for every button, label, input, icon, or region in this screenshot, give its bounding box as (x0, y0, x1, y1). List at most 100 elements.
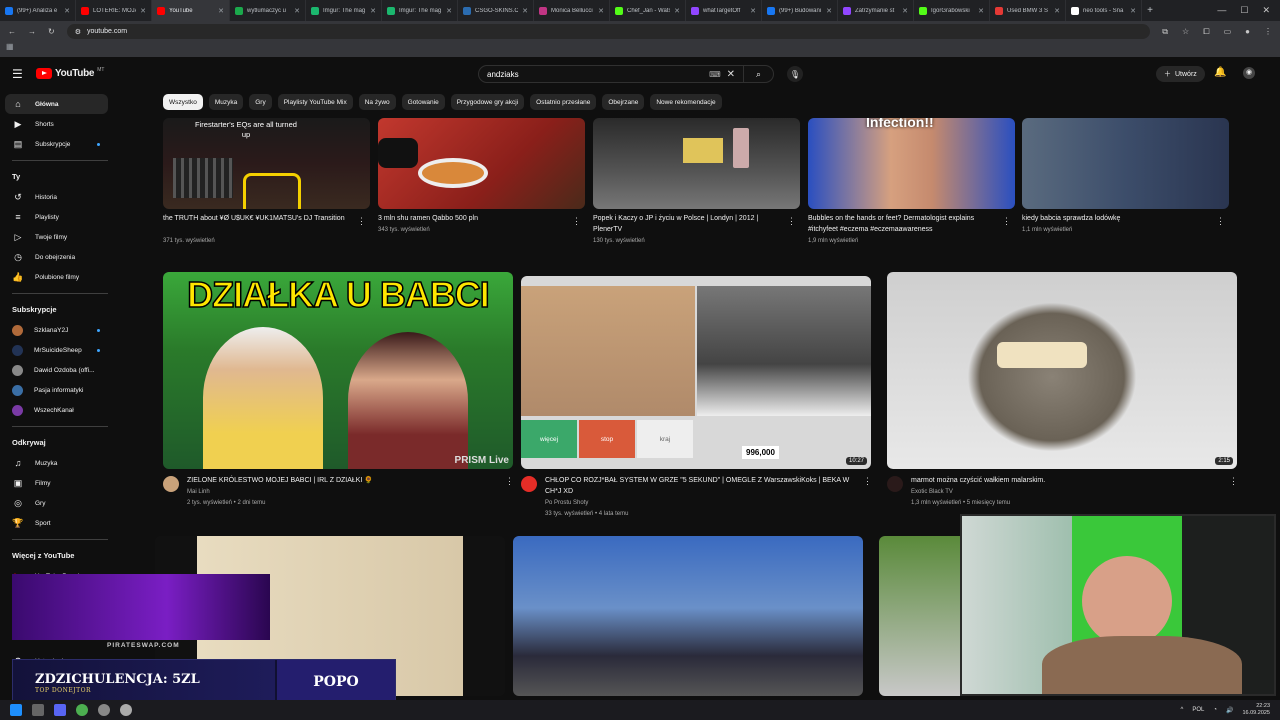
chrome-icon[interactable] (76, 704, 88, 716)
wifi-icon[interactable]: ◔ (1213, 707, 1217, 713)
browser-tab[interactable]: CSGO-SKINS.C ✕ (458, 0, 534, 21)
more-options-icon[interactable]: ⋮ (787, 216, 796, 227)
omnibox[interactable]: ⚙ youtube.com (66, 24, 1151, 39)
lang-indicator[interactable]: POL (1192, 707, 1204, 713)
keyboard-icon[interactable]: ⌨ (709, 70, 721, 79)
browser-tab[interactable]: Zatrzymanie st ✕ (838, 0, 914, 21)
sidebar-item[interactable]: ▣ Filmy (0, 473, 120, 493)
discord-icon[interactable] (54, 704, 66, 716)
profile-icon[interactable]: ● (1245, 27, 1250, 37)
create-button[interactable]: ＋ Utwórz (1156, 66, 1205, 82)
video-thumbnail[interactable]: więcej stop kraj 996,000 10:27 (521, 276, 871, 469)
clear-search-icon[interactable]: ✕ (727, 69, 735, 80)
more-options-icon[interactable]: ⋮ (572, 216, 581, 227)
more-options-icon[interactable]: ⋮ (863, 476, 872, 487)
video-title[interactable]: CHŁOP CO ROZJ*BAŁ SYSTEM W GRZE "5 SEKUN… (545, 475, 855, 497)
browser-tab[interactable]: IgorGrabowski ✕ (914, 0, 990, 21)
sidebar-item[interactable]: ↺ Historia (0, 187, 120, 207)
tab-close-icon[interactable]: ✕ (1054, 7, 1060, 15)
channel-avatar[interactable] (163, 476, 179, 492)
tray-up-icon[interactable]: ^ (1181, 707, 1184, 713)
filter-chip[interactable]: Obejrzane (602, 94, 645, 110)
sidebar-item[interactable]: ◷ Do obejrzenia (0, 247, 120, 267)
browser-tab[interactable]: wytlumaczyc u ✕ (230, 0, 306, 21)
volume-icon[interactable]: 🔊 (1226, 707, 1233, 714)
sidebar-heading-you[interactable]: Ty (0, 165, 120, 187)
browser-tab[interactable]: (99+) Analiza e ✕ (0, 0, 76, 21)
account-avatar[interactable]: ◉ (1243, 67, 1255, 79)
channel-name[interactable]: Po Prostu Shoty (545, 498, 588, 509)
tab-close-icon[interactable]: ✕ (674, 7, 680, 15)
tab-close-icon[interactable]: ✕ (1130, 7, 1136, 15)
forward-icon[interactable]: → (28, 27, 36, 36)
video-title[interactable]: kiedy babcia sprawdza lodówkę (1022, 213, 1212, 224)
tab-close-icon[interactable]: ✕ (218, 7, 224, 15)
clock[interactable]: 22:23 16.09.2025 (1242, 703, 1270, 717)
browser-tab[interactable]: whatTargetOff ✕ (686, 0, 762, 21)
video-title[interactable]: 3 mln shu ramen Qabbo 500 pln (378, 213, 568, 224)
extensions-icon[interactable]: ⧠ (1203, 27, 1209, 37)
site-info-icon[interactable]: ⚙ (75, 28, 81, 36)
youtube-logo[interactable]: YouTube MT (36, 67, 104, 79)
notifications-icon[interactable]: 🔔 (1214, 67, 1226, 78)
close-window-icon[interactable]: ✕ (1262, 5, 1270, 16)
filter-chip[interactable]: Gotowanie (401, 94, 445, 110)
tab-close-icon[interactable]: ✕ (902, 7, 908, 15)
tab-close-icon[interactable]: ✕ (978, 7, 984, 15)
video-title[interactable]: ZIELONE KRÓLESTWO MOJEJ BABCI | IRL Z DZ… (187, 475, 497, 486)
sidebar-subscription[interactable]: WszechKanał (0, 400, 120, 420)
browser-tab[interactable]: Imgur: The mag ✕ (306, 0, 382, 21)
filter-chip[interactable]: Gry (249, 94, 272, 110)
browser-tab[interactable]: Monica Bellucci ✕ (534, 0, 610, 21)
video-thumbnail[interactable] (593, 118, 800, 209)
filter-chip[interactable]: Przygodowe gry akcji (450, 94, 525, 110)
tab-close-icon[interactable]: ✕ (370, 7, 376, 15)
sidebar-heading-subscriptions[interactable]: Subskrypcje (0, 298, 120, 320)
filter-chip[interactable]: Playlisty YouTube Mix (277, 94, 353, 110)
tab-close-icon[interactable]: ✕ (598, 7, 604, 15)
voice-search-icon[interactable]: 🎙 (787, 66, 803, 82)
hamburger-menu-icon[interactable]: ☰ (12, 67, 23, 81)
browser-tab[interactable]: LOTERIE: MOJA ✕ (76, 0, 152, 21)
sidebar-subscription[interactable]: SzklanaY2J (0, 320, 120, 340)
browser-tab[interactable]: Chef_Jan - Wats ✕ (610, 0, 686, 21)
channel-avatar[interactable] (521, 476, 537, 492)
tab-close-icon[interactable]: ✕ (64, 7, 70, 15)
video-title[interactable]: Popek i Kaczy o JP i życiu w Polsce | Lo… (593, 213, 783, 235)
minimize-icon[interactable]: — (1217, 5, 1226, 16)
sidebar-item[interactable]: ≡ Playlisty (0, 207, 120, 227)
tab-close-icon[interactable]: ✕ (826, 7, 832, 15)
sidebar-item[interactable]: ⌂ Główna (5, 94, 108, 114)
sidebar-subscription[interactable]: MrSuicideSheep (0, 340, 120, 360)
tab-close-icon[interactable]: ✕ (294, 7, 300, 15)
channel-name[interactable]: Mai Linh (187, 487, 210, 498)
search-input[interactable]: andziaks (487, 70, 709, 79)
reload-icon[interactable]: ↻ (48, 27, 55, 36)
more-options-icon[interactable]: ⋮ (505, 476, 514, 487)
sidebar-item[interactable]: 👍 Polubione filmy (0, 267, 120, 287)
channel-name[interactable]: Exotic Black TV (911, 487, 953, 498)
video-title[interactable]: Bubbles on the hands or feet? Dermatolog… (808, 213, 998, 235)
browser-tab[interactable]: YouTube ✕ (152, 0, 230, 21)
video-title[interactable]: the TRUTH about ¥Ø U$UK€ ¥UK1MATSU's DJ … (163, 213, 353, 224)
video-thumbnail[interactable] (378, 118, 585, 209)
search-taskbar-icon[interactable] (32, 704, 44, 716)
back-icon[interactable]: ← (8, 27, 16, 36)
bookmark-star-icon[interactable]: ☆ (1182, 27, 1189, 37)
new-tab-icon[interactable]: + (1142, 5, 1158, 16)
filter-chip[interactable]: Muzyka (208, 94, 244, 110)
filter-chip[interactable]: Ostatnio przesłane (530, 94, 597, 110)
sidebar-item[interactable]: ▤ Subskrypcje (0, 134, 120, 154)
search-button[interactable]: ⌕ (743, 66, 773, 82)
maximize-icon[interactable]: ☐ (1240, 5, 1248, 16)
more-options-icon[interactable]: ⋮ (1216, 216, 1225, 227)
video-title[interactable]: marmot można czyścić wałkiem malarskim. (911, 475, 1221, 486)
install-icon[interactable]: ⧉ (1162, 27, 1168, 37)
video-thumbnail[interactable]: DZIAŁKA U BABCI PRISM Live (163, 272, 513, 469)
tab-close-icon[interactable]: ✕ (522, 7, 528, 15)
video-thumbnail[interactable]: Infection!! (808, 118, 1015, 209)
video-thumbnail[interactable] (513, 536, 863, 696)
more-options-icon[interactable]: ⋮ (357, 216, 366, 227)
video-thumbnail[interactable] (1022, 118, 1229, 209)
browser-tab[interactable]: Used BMW 3 S ✕ (990, 0, 1066, 21)
